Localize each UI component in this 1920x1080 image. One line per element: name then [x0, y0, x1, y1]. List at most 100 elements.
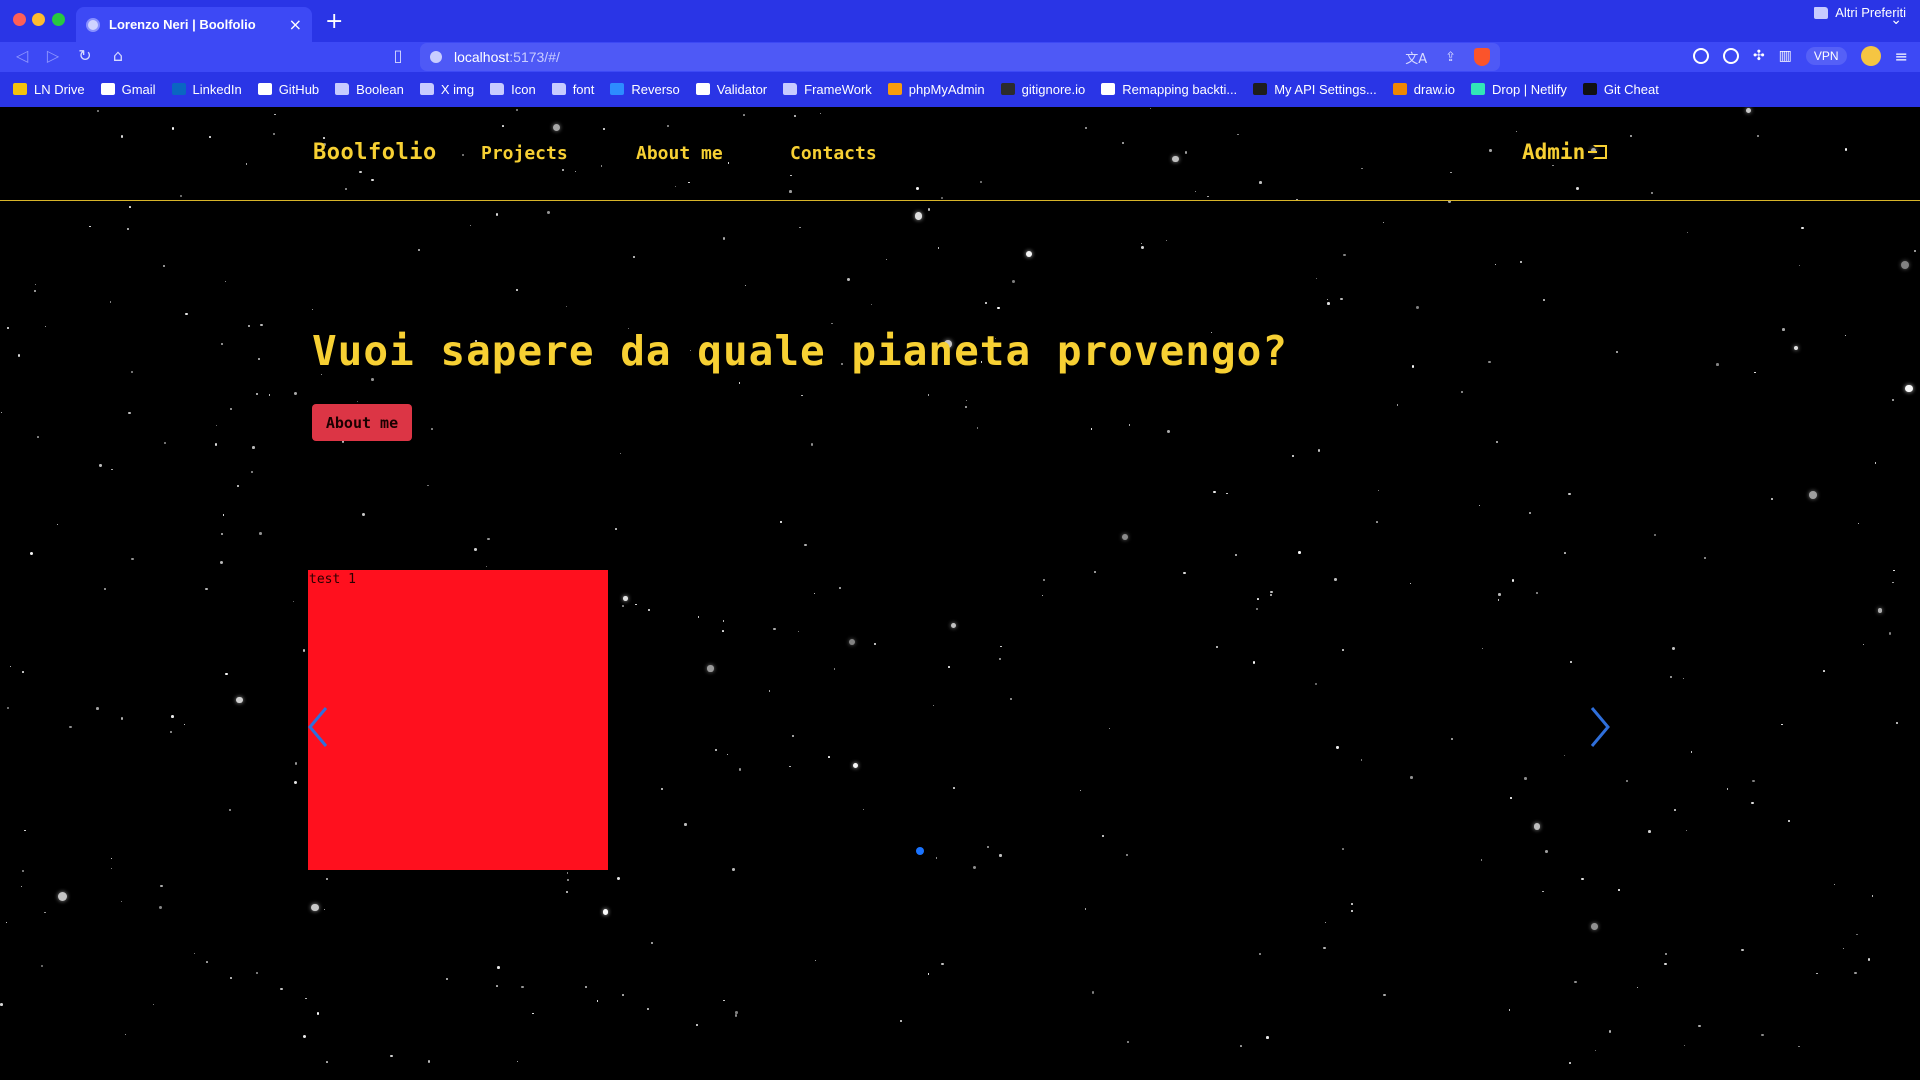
site-info-icon[interactable] — [430, 51, 442, 63]
chevron-left-icon — [308, 707, 328, 747]
bookmark-item[interactable]: Icon — [490, 82, 536, 97]
brand-logo[interactable]: Boolfolio — [313, 140, 437, 165]
bookmark-item[interactable]: Remapping backti... — [1101, 82, 1237, 97]
nav-contacts[interactable]: Contacts — [790, 143, 877, 164]
star — [1322, 946, 1326, 950]
star — [1478, 504, 1480, 506]
star — [722, 620, 725, 622]
star — [311, 903, 319, 912]
bookmark-item[interactable]: LinkedIn — [171, 82, 242, 97]
bookmark-label: font — [572, 81, 595, 97]
translate-icon[interactable]: 文A — [1405, 48, 1427, 67]
slide-caption: test 1 — [309, 572, 356, 587]
page: Boolfolio Projects About me Contacts Adm… — [0, 107, 1920, 1080]
star — [162, 264, 165, 268]
medium-icon — [1101, 83, 1116, 95]
bookmark-item[interactable]: font — [551, 81, 595, 97]
star — [914, 212, 923, 220]
share-icon[interactable]: ⇪ — [1445, 50, 1456, 65]
star — [596, 1000, 599, 1002]
nav-about[interactable]: About me — [636, 143, 723, 164]
star — [99, 464, 102, 467]
bookmark-item[interactable]: X img — [419, 82, 474, 97]
star — [937, 247, 940, 249]
carousel-slide[interactable]: test 1 — [308, 570, 608, 870]
star — [222, 514, 224, 516]
star — [1042, 579, 1045, 582]
star — [1741, 948, 1744, 952]
carousel-prev-button[interactable] — [302, 694, 342, 754]
star — [485, 565, 487, 568]
reload-button[interactable]: ↻ — [75, 46, 95, 65]
dark-mode-extension-icon[interactable] — [1722, 48, 1739, 64]
minimize-window-button[interactable] — [32, 13, 45, 26]
brave-shield-icon[interactable] — [1474, 48, 1490, 66]
star — [1637, 987, 1639, 989]
star — [932, 705, 935, 707]
bookmark-item[interactable]: Drop | Netlify — [1471, 82, 1567, 97]
admin-login-link[interactable]: Admin — [1522, 140, 1608, 164]
about-me-button[interactable]: About me — [312, 404, 412, 441]
carousel-indicator[interactable] — [916, 847, 924, 855]
star — [427, 1060, 431, 1063]
bookmark-item[interactable]: Gmail — [100, 82, 156, 97]
profile-avatar[interactable] — [1860, 46, 1881, 66]
star — [120, 717, 123, 720]
sidebar-icon[interactable]: ▥ — [1779, 48, 1792, 64]
bookmark-item[interactable]: draw.io — [1392, 82, 1455, 97]
back-button[interactable]: ◁ — [12, 46, 32, 65]
nav-projects[interactable]: Projects — [481, 143, 568, 164]
bookmark-label: phpMyAdmin — [908, 81, 985, 97]
star — [1862, 644, 1864, 646]
star — [707, 665, 714, 672]
star — [1568, 492, 1571, 496]
star — [1011, 280, 1015, 284]
star — [111, 469, 113, 471]
star — [29, 551, 33, 555]
star — [516, 1060, 518, 1063]
bookmark-item[interactable]: Validator — [695, 82, 767, 97]
star — [948, 666, 950, 669]
menu-icon[interactable]: ≡ — [1895, 47, 1908, 66]
star — [302, 649, 305, 652]
star — [1510, 797, 1512, 799]
star — [1000, 645, 1002, 648]
star — [1091, 991, 1095, 994]
star — [738, 768, 742, 771]
bookmark-icon[interactable]: ▯ — [388, 46, 408, 65]
star — [40, 964, 44, 968]
star — [1396, 404, 1399, 406]
browser-tab[interactable]: Lorenzo Neri | Boolfolio × — [76, 7, 312, 42]
star — [632, 255, 635, 258]
bookmark-item[interactable]: Boolean — [335, 82, 404, 97]
maximize-window-button[interactable] — [52, 13, 65, 26]
star — [1674, 809, 1677, 811]
star — [1109, 728, 1111, 730]
close-window-button[interactable] — [13, 13, 26, 26]
carousel-next-button[interactable] — [1580, 694, 1620, 754]
vpn-button[interactable]: VPN — [1805, 47, 1847, 65]
address-bar[interactable]: localhost:5173/#/ 文A ⇪ — [420, 43, 1500, 71]
star — [495, 213, 499, 216]
home-button[interactable]: ⌂ — [108, 46, 128, 65]
forward-button[interactable]: ▷ — [43, 46, 63, 65]
bookmark-item[interactable]: GitHub — [257, 82, 319, 97]
bookmark-item[interactable]: phpMyAdmin — [887, 81, 985, 97]
bookmark-item[interactable]: gitignore.io — [1000, 82, 1085, 97]
other-bookmarks[interactable]: Altri Preferiti — [1814, 5, 1906, 20]
close-tab-icon[interactable]: × — [289, 15, 302, 34]
bookmark-item[interactable]: My API Settings... — [1253, 82, 1377, 97]
bookmark-item[interactable]: Reverso — [610, 82, 680, 97]
star — [1495, 440, 1498, 443]
star — [735, 1014, 738, 1017]
new-tab-button[interactable]: + — [325, 9, 343, 34]
color-extension-icon[interactable] — [1692, 48, 1709, 64]
star — [1892, 582, 1894, 584]
star — [1480, 859, 1483, 861]
bookmark-item[interactable]: FrameWork — [783, 82, 872, 97]
star — [237, 484, 240, 487]
bookmark-item[interactable]: Git Cheat — [1582, 82, 1659, 97]
star — [1234, 553, 1237, 557]
bookmark-item[interactable]: LN Drive — [13, 82, 85, 97]
extensions-icon[interactable]: ✣ — [1753, 48, 1765, 64]
